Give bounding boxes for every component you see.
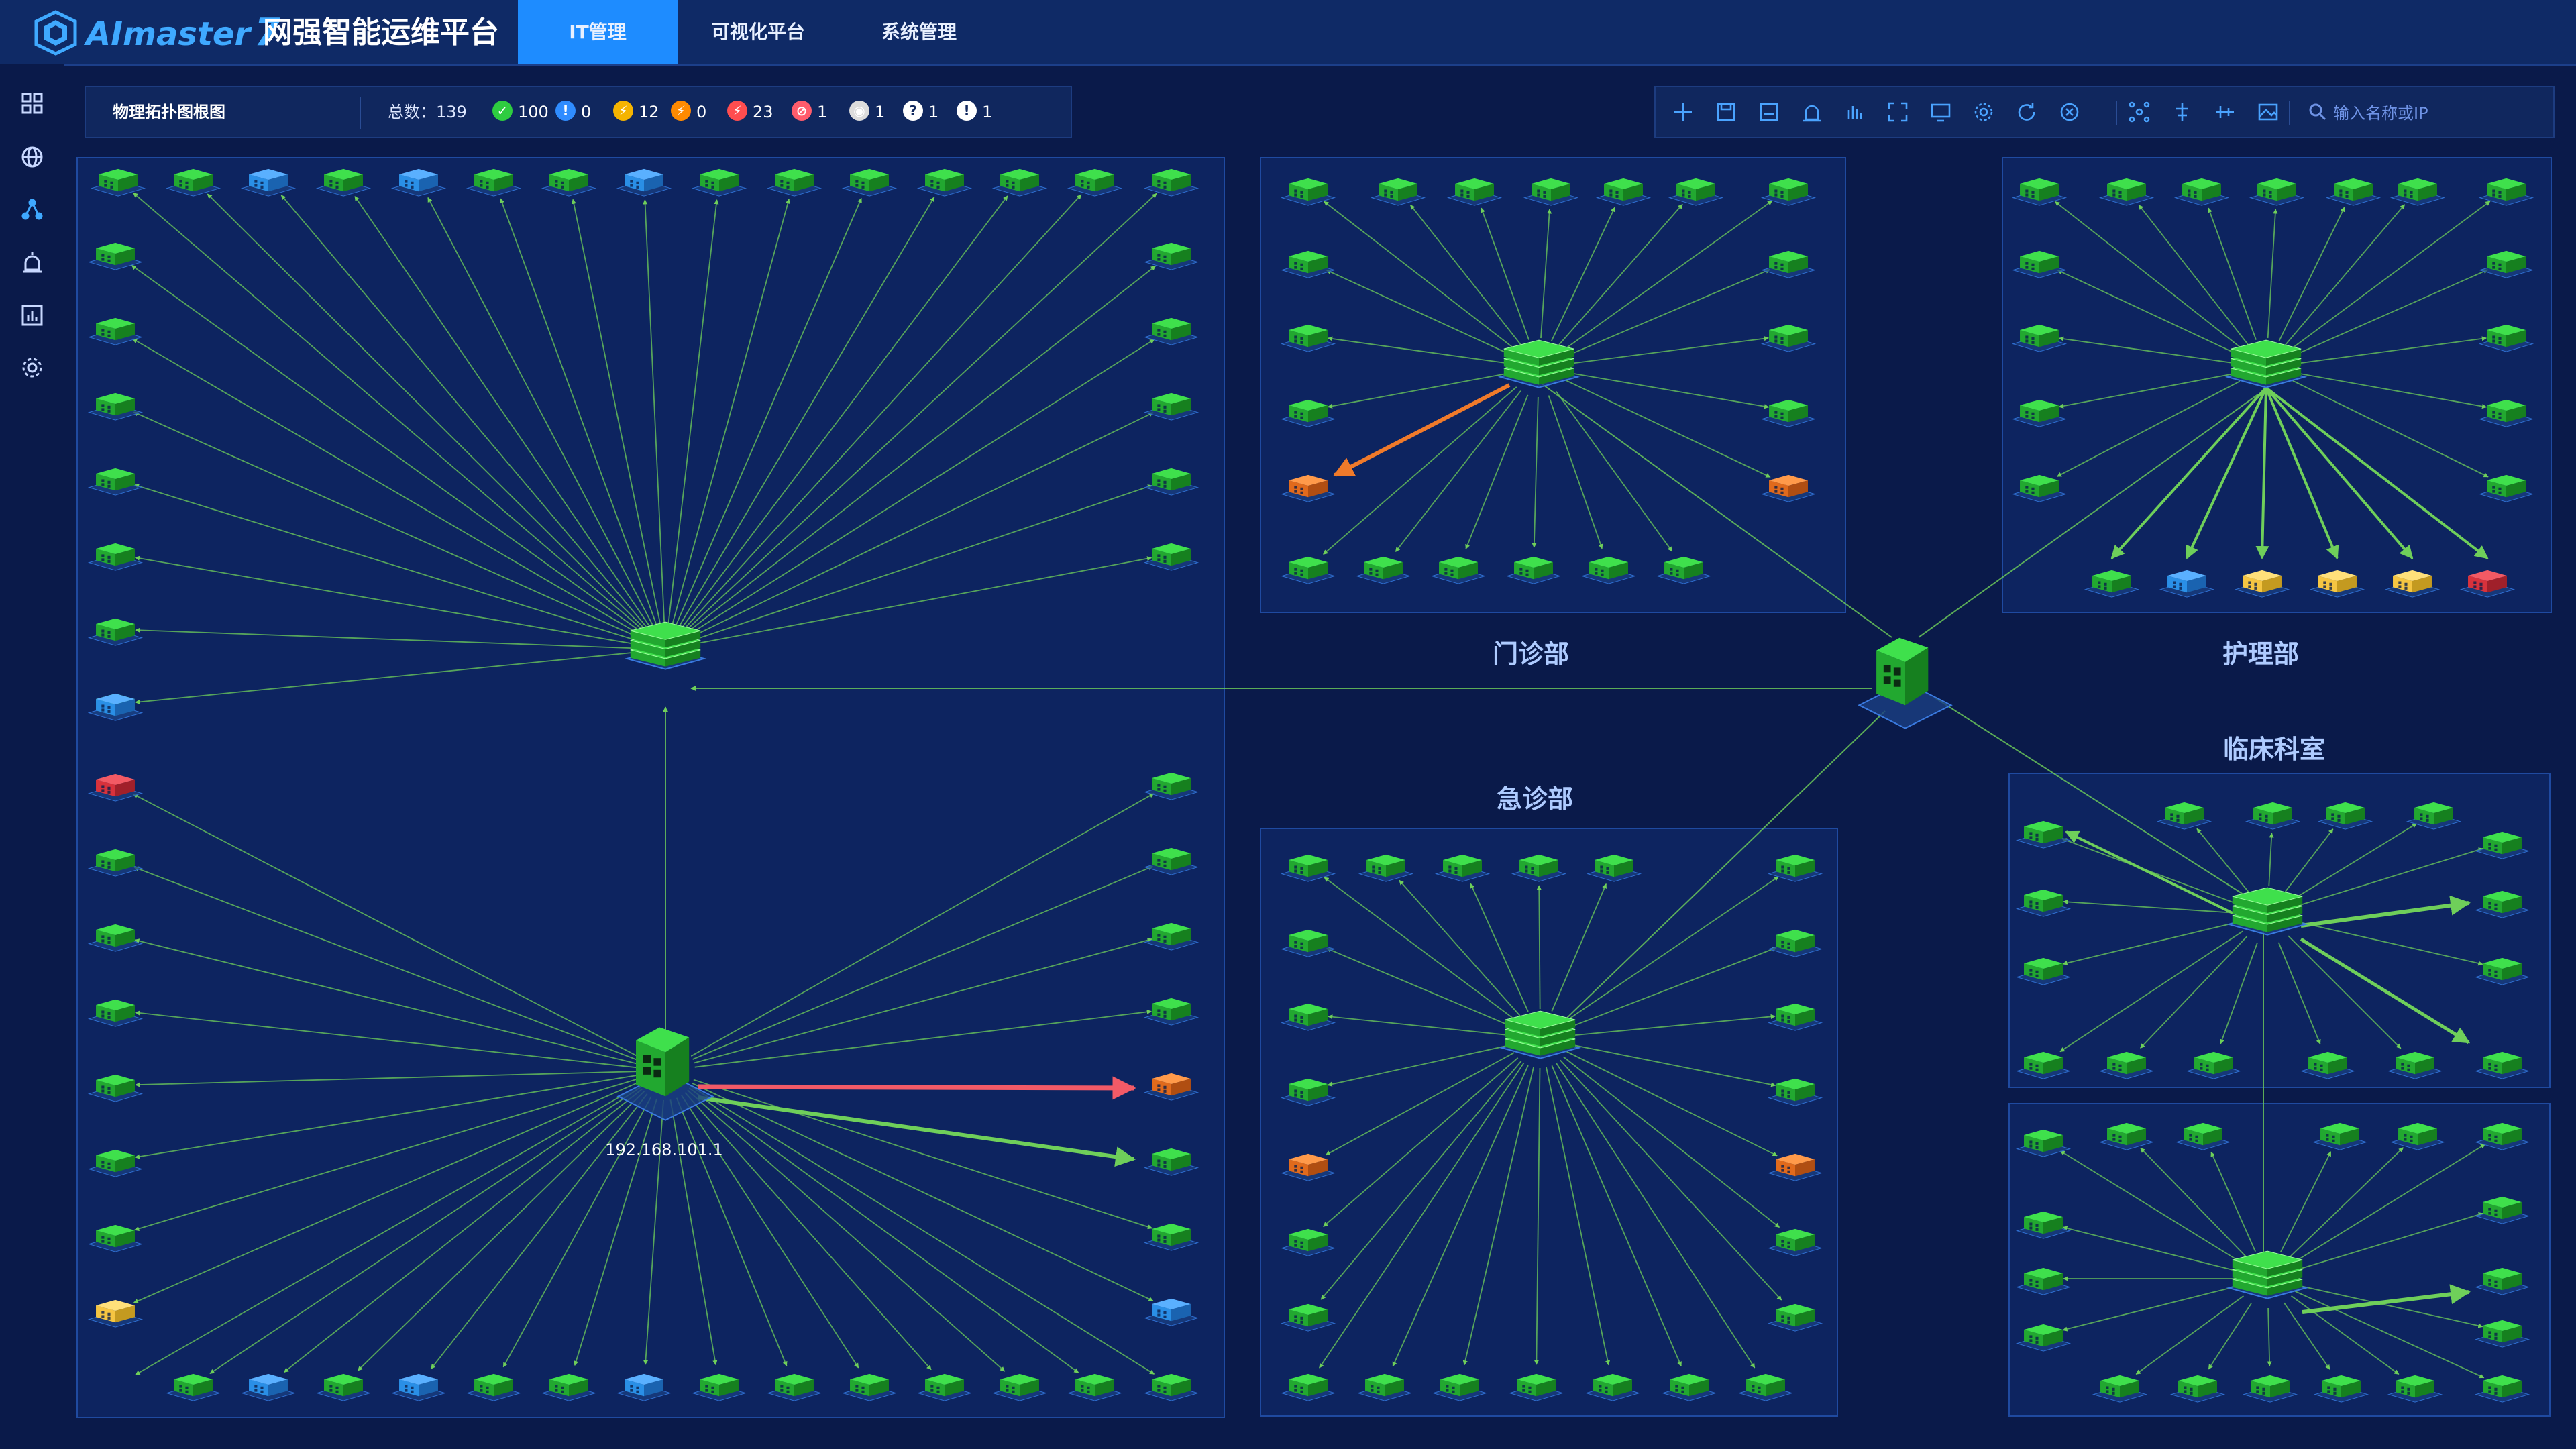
align-icon[interactable] — [2171, 101, 2194, 123]
add-icon[interactable] — [1672, 101, 1695, 123]
stat-value: 1 — [928, 103, 939, 121]
platform-title: 网强智能运维平台 — [263, 15, 499, 50]
image-icon[interactable] — [2257, 101, 2279, 123]
distribution-switch-root[interactable] — [624, 621, 707, 670]
alarm-icon[interactable] — [20, 251, 44, 275]
refresh-icon[interactable] — [2015, 101, 2038, 123]
region-title-emergency: 急诊部 — [1496, 784, 1573, 814]
fullscreen-icon[interactable] — [1886, 101, 1909, 123]
save-icon[interactable] — [1715, 101, 1737, 123]
divider — [360, 97, 361, 129]
minor-icon: ⚡ — [671, 101, 691, 121]
stat-value: 1 — [982, 103, 993, 121]
brand-name: AImaster 7 — [86, 9, 280, 56]
stat-warning[interactable]: ⚡ 12 — [613, 87, 659, 137]
left-sidebar — [0, 64, 64, 1449]
toolbar-divider — [2289, 101, 2290, 125]
grid-icon[interactable] — [20, 91, 44, 115]
warning-icon: ⚡ — [613, 101, 633, 121]
tab-it-management[interactable]: IT管理 — [518, 0, 678, 64]
stat-ok[interactable]: ✓ 100 — [492, 87, 549, 137]
distribute-icon[interactable] — [2214, 101, 2237, 123]
region-emergency — [1260, 828, 1838, 1417]
search-box — [2304, 97, 2545, 130]
stat-value: 0 — [581, 103, 592, 121]
unknown-icon: ? — [903, 101, 923, 121]
stat-critical[interactable]: ⊘ 1 — [792, 87, 827, 137]
critical-icon: ⊘ — [792, 101, 812, 121]
distribution-switch-nursing[interactable] — [2224, 339, 2308, 388]
search-input[interactable] — [2332, 97, 2536, 130]
topology-toolbar — [1654, 86, 2555, 138]
stat-value: 1 — [875, 103, 885, 121]
chart-icon[interactable] — [1843, 101, 1866, 123]
report-icon[interactable] — [20, 303, 44, 327]
stat-unknown[interactable]: ? 1 — [903, 87, 938, 137]
tab-visualization-platform[interactable]: 可视化平台 — [678, 0, 839, 64]
close-icon[interactable] — [2058, 101, 2081, 123]
stat-unmanaged[interactable]: ◉ 1 — [849, 87, 885, 137]
stat-value: 12 — [639, 103, 659, 121]
top-bar: AImaster 7 网强智能运维平台 IT管理 可视化平台 系统管理 — [0, 0, 2576, 66]
core-router[interactable] — [1858, 637, 1953, 729]
globe-icon[interactable] — [20, 145, 44, 169]
stat-value: 1 — [817, 103, 828, 121]
status-bar: 物理拓扑图根图 总数：139 ✓ 100! 0 ⚡ 12 ⚡ 0 ⚡ 23 ⊘ 1 ◉ 1? 1! 1 — [85, 86, 1072, 138]
total-count: 总数：139 — [388, 103, 467, 121]
distribution-switch-clinical-a[interactable] — [2226, 887, 2309, 936]
distribution-switch-clinical-b[interactable] — [2226, 1250, 2309, 1299]
stat-value: 100 — [518, 103, 549, 121]
core-switch-ip-label: 192.168.101.1 — [605, 1140, 723, 1159]
distribution-switch-emergency[interactable] — [1499, 1010, 1582, 1059]
region-outpatient — [1260, 157, 1846, 613]
stat-alert[interactable]: ! 1 — [957, 87, 992, 137]
stat-info[interactable]: ! 0 — [555, 87, 591, 137]
stat-minor[interactable]: ⚡ 0 — [671, 87, 706, 137]
topology-icon[interactable] — [20, 197, 44, 221]
settings-icon[interactable] — [20, 356, 44, 380]
search-icon — [2309, 103, 2326, 121]
save-as-icon[interactable] — [1758, 101, 1780, 123]
brand-text: AImaster — [86, 15, 251, 53]
region-title-clinical: 临床科室 — [2222, 735, 2325, 764]
monitor-icon[interactable] — [1929, 101, 1952, 123]
stat-major[interactable]: ⚡ 23 — [727, 87, 773, 137]
stat-value: 0 — [696, 103, 707, 121]
region-root — [76, 157, 1225, 1418]
distribution-switch-outpatient[interactable] — [1497, 339, 1580, 388]
topology-map-name: 物理拓扑图根图 — [113, 103, 225, 121]
tab-system-management[interactable]: 系统管理 — [839, 0, 1000, 64]
major-icon: ⚡ — [727, 101, 747, 121]
ok-icon: ✓ — [492, 101, 513, 121]
settings-icon[interactable] — [1972, 101, 1995, 123]
alert-icon: ! — [957, 101, 977, 121]
alarm-icon[interactable] — [1801, 101, 1823, 123]
info-icon: ! — [555, 101, 576, 121]
region-title-outpatient: 门诊部 — [1492, 639, 1569, 669]
logo-icon — [34, 10, 77, 56]
region-title-nursing: 护理部 — [2222, 639, 2299, 669]
unmanaged-icon: ◉ — [849, 101, 869, 121]
stat-value: 23 — [753, 103, 773, 121]
toolbar-divider — [2116, 101, 2117, 125]
layout-icon[interactable] — [2128, 101, 2151, 123]
